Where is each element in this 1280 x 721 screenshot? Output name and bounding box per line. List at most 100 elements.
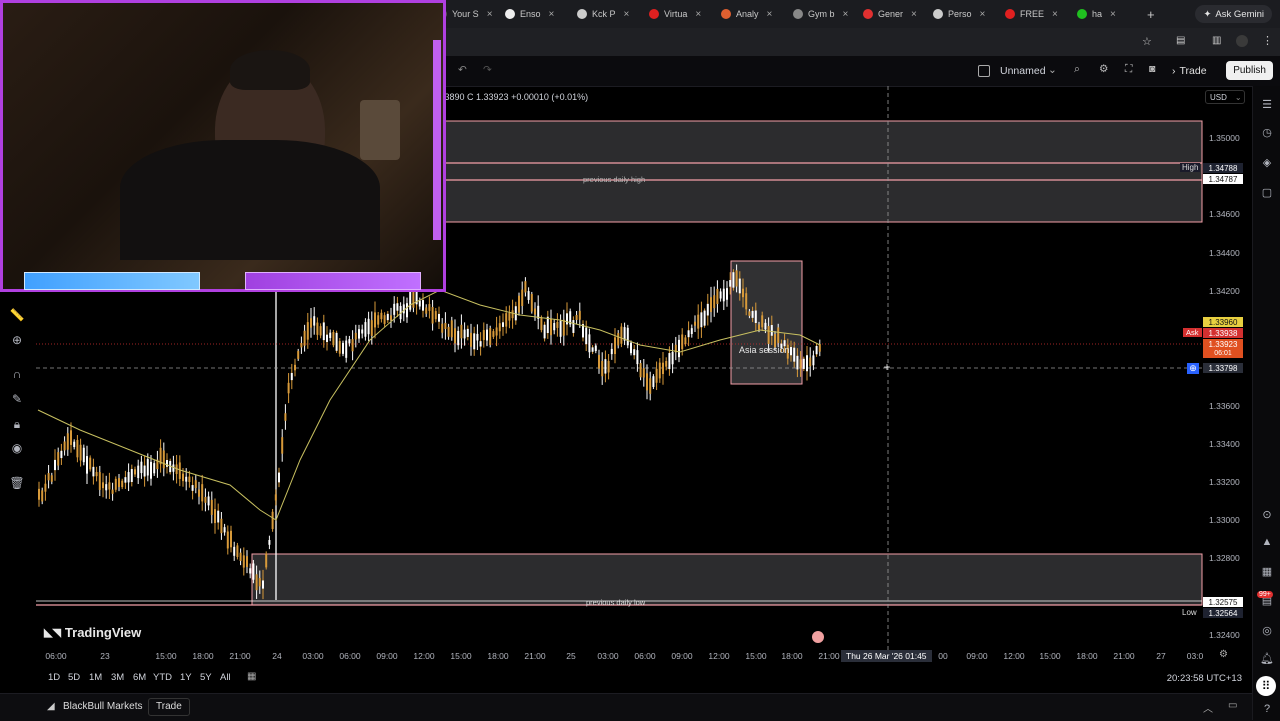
profile-avatar[interactable] [1236,35,1248,47]
range-button-all[interactable]: All [220,672,231,683]
rocket-icon[interactable]: ▲ [1259,534,1275,550]
date-range-calendar-icon[interactable]: ▦ [247,671,256,682]
browser-tab[interactable]: ha × [1077,4,1116,24]
magnet-icon[interactable]: ∩ [8,365,26,383]
tab-close-icon[interactable]: × [767,9,773,20]
browser-tab[interactable]: Enso × [505,4,554,24]
alerts-clock-icon[interactable]: ◷ [1259,124,1275,140]
help-icon[interactable]: ? [1259,701,1275,717]
settings-gear-icon[interactable]: ⚙ [1099,63,1108,75]
undo-icon[interactable]: ↶ [458,64,467,76]
browser-tab[interactable]: FREE × [1005,4,1058,24]
tab-close-icon[interactable]: × [624,9,630,20]
target-icon[interactable]: ⊙ [1259,506,1275,522]
tab-close-icon[interactable]: × [980,9,986,20]
bell-icon[interactable]: 🔔︎ [1259,650,1275,666]
candle-body [134,469,136,475]
tab-close-icon[interactable]: × [911,9,917,20]
overlay-bar-right [245,272,421,290]
candle-body [508,313,511,321]
add-alert-icon[interactable]: ⊕ [1187,363,1199,374]
maximize-panel-icon[interactable]: ▭ [1228,700,1237,711]
browser-tab[interactable]: Analy × [721,4,772,24]
candle-body [713,295,716,309]
search-icon[interactable]: ⌕ [1074,63,1080,76]
candle-body [367,318,370,335]
chat-icon[interactable]: ▢ [1259,184,1275,200]
right-sidebar: ☰ ◷ ◈ ▢ ⊙ ▲ ▦ ▤ 99+ ◎ 🔔︎ ⠿ ? [1252,86,1280,720]
broker-name[interactable]: BlackBull Markets [63,701,142,712]
candle-body [271,511,274,529]
browser-menu-icon[interactable]: ⋮ [1262,34,1273,47]
publish-button[interactable]: Publish [1226,61,1273,80]
ask-gemini-button[interactable]: ✦ Ask Gemini [1195,5,1272,23]
previous-daily-high-zone[interactable] [429,120,1203,223]
podcast-icon[interactable]: ◎ [1259,622,1275,638]
tab-close-icon[interactable]: × [695,9,701,20]
candle-body [460,324,463,339]
extensions-icon[interactable]: ▥ [1212,35,1221,46]
utc-clock[interactable]: 20:23:58 UTC+13 [1167,673,1242,684]
candle-body [422,300,424,311]
previous-daily-low-zone[interactable] [251,553,1203,606]
candle-body [111,489,114,494]
broker-trade-button[interactable]: Trade [148,698,190,716]
layers-icon[interactable]: ◈ [1259,154,1275,170]
candle-body [86,456,88,474]
redo-icon[interactable]: ↷ [483,64,492,76]
event-marker-icon[interactable] [812,631,824,643]
candle-body [793,347,796,362]
candle-body [204,496,207,503]
currency-selector[interactable]: USD ⌄ [1205,90,1245,104]
eye-icon[interactable]: ◉ [8,439,26,457]
asia-session-box[interactable] [730,260,803,385]
tab-close-icon[interactable]: × [843,9,849,20]
sidebar-icon[interactable]: ▤ [1176,35,1185,46]
range-button-5y[interactable]: 5Y [200,672,212,683]
tab-close-icon[interactable]: × [1110,9,1116,20]
browser-tab[interactable]: Perso × [933,4,985,24]
lock-icon[interactable]: 🔒︎ [8,415,26,433]
browser-tab[interactable]: Virtua × [649,4,701,24]
range-button-6m[interactable]: 6M [133,672,146,683]
tab-close-icon[interactable]: × [1052,9,1058,20]
browser-tab[interactable]: Gym b × [793,4,848,24]
zoom-in-icon[interactable]: ⊕ [8,331,26,349]
tradingview-logo[interactable]: ◣◥ TradingView [44,625,141,640]
tab-close-icon[interactable]: × [487,9,493,20]
fullscreen-icon[interactable]: ⛶ [1125,63,1132,76]
layout-name[interactable]: Unnamed [1000,65,1046,77]
new-tab-button[interactable]: + [1147,4,1155,24]
collapse-panel-icon[interactable]: ︿ [1203,700,1213,715]
calendar-icon[interactable]: ▦ [1259,563,1275,579]
apps-grid-icon[interactable]: ⠿ [1256,676,1276,696]
tab-label: ha [1092,9,1103,19]
browser-tab[interactable]: Kck P × [577,4,629,24]
range-button-5d[interactable]: 5D [68,672,80,683]
camera-icon[interactable]: ◙ [1149,63,1155,75]
range-button-1m[interactable]: 1M [89,672,102,683]
browser-tab[interactable]: Gener × [863,4,917,24]
trade-button[interactable]: › Trade [1172,61,1207,80]
pencil-lock-icon[interactable]: ✎ [8,390,26,408]
chevron-down-icon[interactable]: ⌄ [1048,64,1057,76]
range-button-1y[interactable]: 1Y [180,672,192,683]
candle-body [726,288,728,300]
tab-close-icon[interactable]: × [549,9,555,20]
watchlist-icon[interactable]: ☰ [1259,96,1275,112]
ruler-icon[interactable]: 📏 [8,306,26,324]
candle-body [265,553,268,568]
range-button-ytd[interactable]: YTD [153,672,172,683]
axis-settings-icon[interactable]: ⚙ [1219,649,1228,660]
candle-body [540,317,543,331]
candle-body [751,310,754,318]
range-button-1d[interactable]: 1D [48,672,60,683]
candle-body [505,313,508,327]
layout-icon[interactable] [978,65,990,77]
trash-icon[interactable]: 🗑︎ [8,474,26,492]
range-button-3m[interactable]: 3M [111,672,124,683]
tab-label: Kck P [592,9,616,19]
moving-average-line [37,289,821,521]
time-tick: 25 [566,651,576,661]
bookmark-star-icon[interactable]: ☆ [1142,35,1152,48]
